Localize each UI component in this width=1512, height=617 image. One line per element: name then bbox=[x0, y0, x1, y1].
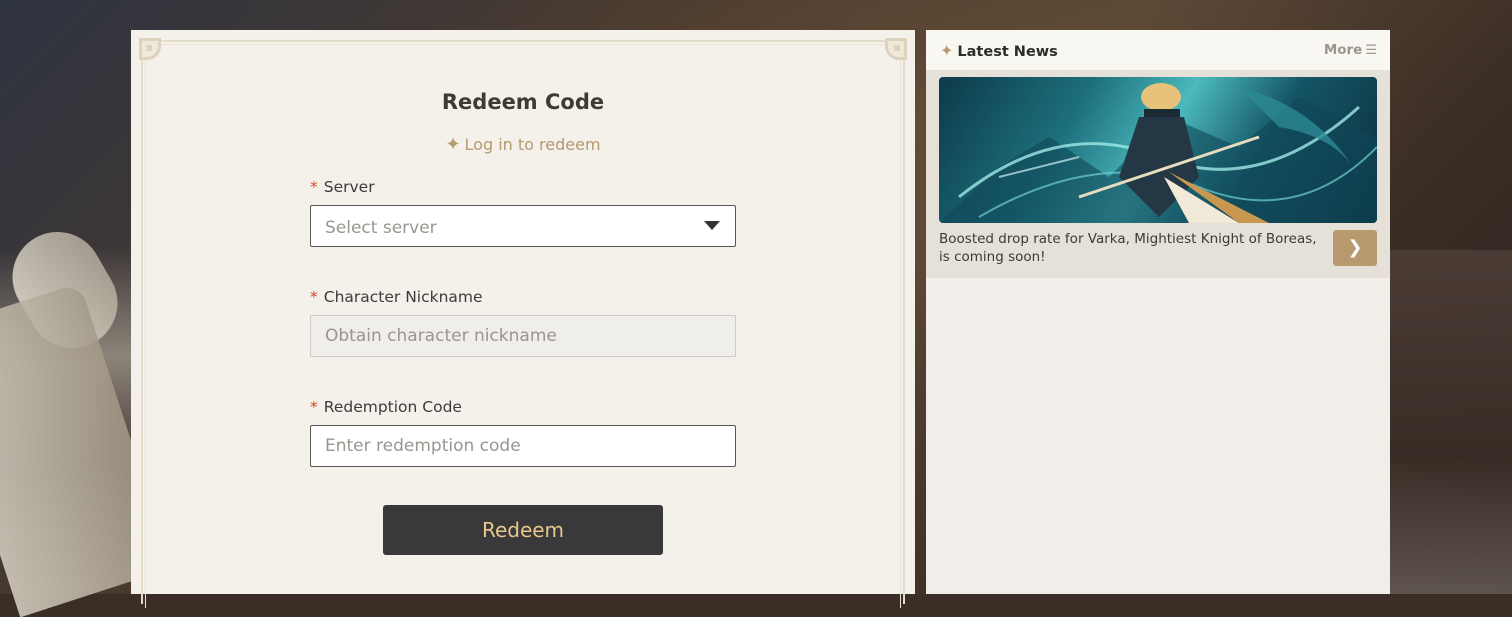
redeem-button[interactable]: Redeem bbox=[383, 505, 663, 555]
code-label-text: Redemption Code bbox=[323, 398, 462, 416]
sparkle-icon: ✦ bbox=[940, 41, 954, 60]
news-title: ✦ Latest News bbox=[940, 41, 1058, 60]
code-label: * Redemption Code bbox=[310, 398, 462, 416]
banner-artwork bbox=[939, 83, 1377, 223]
news-header: ✦ Latest News More ☰ bbox=[926, 30, 1390, 70]
news-banner-image[interactable] bbox=[939, 77, 1377, 223]
page-title: Redeem Code bbox=[441, 90, 605, 114]
login-link-label: Log in to redeem bbox=[464, 135, 601, 154]
required-mark: * bbox=[310, 288, 318, 306]
server-select[interactable]: Select server bbox=[310, 205, 736, 247]
chevron-right-icon[interactable]: ❯ bbox=[1333, 230, 1377, 266]
redeem-card: Redeem Code ✦ Log in to redeem * Server Se… bbox=[131, 30, 915, 608]
menu-icon: ☰ bbox=[1365, 43, 1377, 58]
background-shelf bbox=[1390, 250, 1512, 594]
server-label: * Server bbox=[310, 178, 375, 196]
redemption-code-input[interactable] bbox=[310, 425, 736, 467]
required-mark: * bbox=[310, 398, 318, 416]
login-link[interactable]: ✦ Log in to redeem bbox=[131, 134, 915, 155]
more-link[interactable]: More ☰ bbox=[1324, 42, 1377, 58]
nickname-field bbox=[310, 315, 736, 357]
more-label: More bbox=[1323, 42, 1363, 58]
sparkle-icon: ✦ bbox=[445, 134, 461, 155]
server-label-text: Server bbox=[323, 178, 375, 196]
news-item[interactable]: Boosted drop rate for Varka, Mightiest K… bbox=[926, 70, 1390, 278]
caret-down-icon bbox=[704, 221, 720, 230]
news-panel: ✦ Latest News More ☰ Boosted drop rate for… bbox=[926, 30, 1390, 594]
nickname-label-text: Character Nickname bbox=[323, 288, 483, 306]
required-mark: * bbox=[310, 178, 318, 196]
news-item-text: Boosted drop rate for Varka, Mightiest K… bbox=[939, 231, 1317, 265]
news-title-text: Latest News bbox=[957, 44, 1058, 60]
server-select-placeholder: Select server bbox=[325, 218, 437, 238]
nickname-label: * Character Nickname bbox=[310, 288, 483, 306]
